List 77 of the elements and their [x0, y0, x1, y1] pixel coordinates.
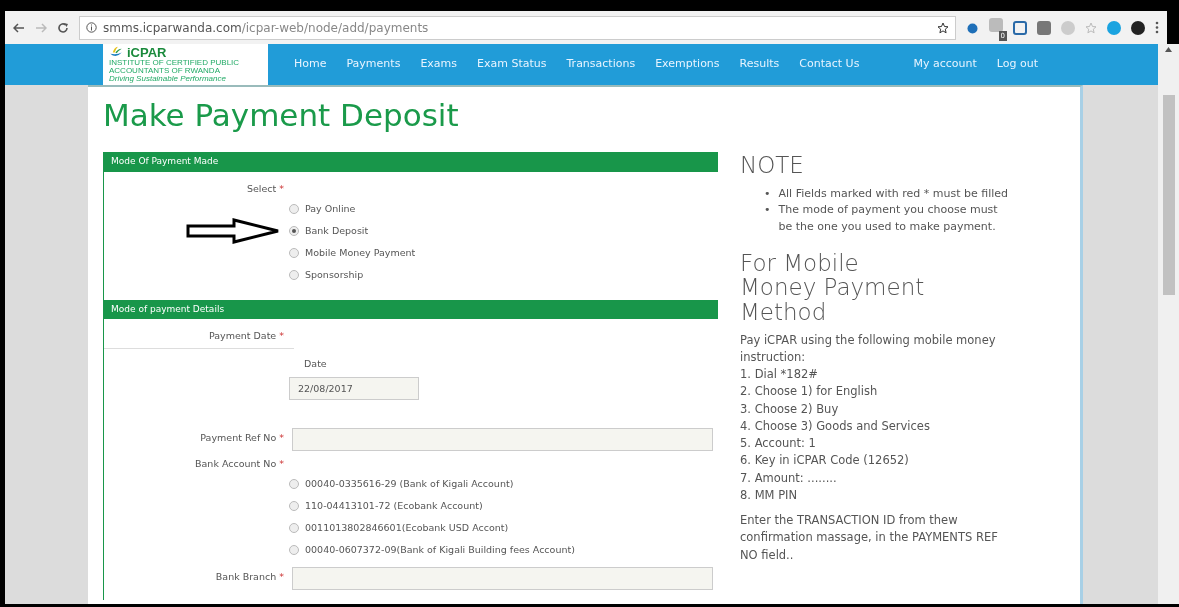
instruction-step: 6. Key in iCPAR Code (12652): [740, 452, 1008, 470]
nav-link[interactable]: Exams: [410, 56, 468, 73]
radio-button[interactable]: [289, 247, 299, 258]
date-field[interactable]: 22/08/2017: [289, 376, 419, 400]
radio-button[interactable]: [289, 501, 299, 512]
field-label: Bank Branch: [215, 571, 277, 583]
logo-mark-icon: [109, 46, 123, 59]
nav-link[interactable]: Payments: [336, 56, 411, 73]
mobile-money-heading: For Mobile Money Payment Method: [740, 251, 926, 324]
bullet: •: [764, 185, 771, 202]
nav-link[interactable]: Log out: [986, 56, 1048, 73]
radio-label: Pay Online: [305, 201, 356, 216]
instruction-step: 5. Account: 1: [740, 435, 1008, 453]
star-icon[interactable]: [1085, 21, 1097, 34]
instruction-step: 7. Amount: ........: [740, 469, 1008, 487]
date-label: Date: [303, 356, 328, 371]
radio-button[interactable]: [289, 479, 299, 490]
radio-label: 0011013802846601(Ecobank USD Accont): [305, 521, 509, 536]
section-header: Mode Of Payment Made: [103, 152, 718, 172]
radio-button[interactable]: [289, 225, 299, 236]
radio-label: 00040-0335616-29 (Bank of Kigali Account): [305, 477, 514, 492]
radio-button[interactable]: [289, 269, 299, 280]
instructions-footer: Enter the TRANSACTION ID from thew confirmation massage, in the PAYMENTS REF NO field..: [740, 512, 1000, 564]
scrollbar[interactable]: [1158, 44, 1179, 604]
radio-label: Bank Deposit: [305, 223, 369, 238]
note-item: The mode of payment you choose must be the one you used to make payment.: [778, 202, 999, 235]
field-label: Bank Account No: [195, 457, 277, 469]
reload-icon[interactable]: [57, 21, 69, 34]
radio-label: 00040-0607372-09(Bank of Kigali Building fees Account): [305, 543, 575, 558]
info-icon: [86, 22, 97, 33]
field-label: Payment Ref No: [200, 431, 277, 443]
text-field[interactable]: [292, 427, 713, 451]
instructions-intro: Pay iCPAR using the following mobile money instruction:: [740, 331, 997, 366]
extension-icon[interactable]: [1131, 20, 1145, 35]
note-heading: NOTE: [740, 152, 805, 180]
nav-link[interactable]: My account: [903, 56, 987, 73]
radio-label: Sponsorship: [305, 267, 364, 282]
required-marker: *: [279, 457, 284, 469]
nav-link[interactable]: Results: [729, 56, 790, 73]
page-title: Make Payment Deposit: [103, 97, 460, 135]
nav-link[interactable]: Contact Us: [789, 56, 870, 73]
field-label: Payment Date: [208, 330, 277, 342]
bullet: •: [764, 202, 771, 219]
required-marker: *: [279, 571, 284, 583]
star-icon[interactable]: [937, 21, 949, 34]
nav-link[interactable]: Exemptions: [645, 56, 730, 73]
instruction-step: 8. MM PIN: [740, 486, 1008, 505]
section-header: Mode of payment Details: [103, 299, 718, 320]
radio-button[interactable]: [289, 203, 299, 214]
logo-subtitle: INSTITUTE OF CERTIFIED PUBLIC ACCOUNTANTS OF RWANDA: [109, 59, 241, 75]
instruction-step: 1. Dial *182#: [740, 366, 1008, 384]
text-field[interactable]: [292, 567, 713, 591]
radio-button[interactable]: [289, 545, 299, 556]
radio-label: Mobile Money Payment: [305, 245, 416, 260]
radio-label: 110-04413101-72 (Ecobank Account): [305, 499, 483, 514]
bag-icon[interactable]: [1037, 20, 1051, 35]
radio-button[interactable]: [289, 523, 299, 534]
nav-link[interactable]: Home: [284, 56, 337, 73]
logo-tagline: Driving Sustainable Performance: [109, 75, 227, 83]
nav-link[interactable]: Transactions: [556, 56, 646, 73]
forward-icon[interactable]: [35, 22, 47, 33]
instruction-step: 3. Choose 2) Buy: [740, 400, 1008, 418]
scroll-up-icon[interactable]: [1165, 46, 1172, 52]
required-marker: *: [279, 182, 284, 194]
instruction-step: 2. Choose 1) for English: [740, 383, 1008, 401]
site-logo[interactable]: iCPAR INSTITUTE OF CERTIFIED PUBLIC ACCOUNTANTS OF RWANDA Driving Sustainable Performance: [103, 44, 268, 85]
instruction-step: 4. Choose 3) Goods and Services: [740, 417, 1008, 436]
address-bar[interactable]: smms.icparwanda.com/icpar-web/node/add/payments: [79, 15, 956, 40]
url-text: smms.icparwanda.com/icpar-web/node/add/payments: [103, 19, 429, 37]
required-marker: *: [279, 431, 284, 443]
logo-text: iCPAR: [127, 46, 167, 59]
field-label: Select: [246, 182, 277, 194]
menu-icon[interactable]: [1155, 21, 1159, 34]
required-marker: *: [279, 330, 284, 342]
scrollbar-thumb[interactable]: [1162, 94, 1175, 295]
note-item: All Fields marked with red * must be filled: [778, 185, 1009, 202]
nav-link[interactable]: Exam Status: [467, 56, 557, 73]
